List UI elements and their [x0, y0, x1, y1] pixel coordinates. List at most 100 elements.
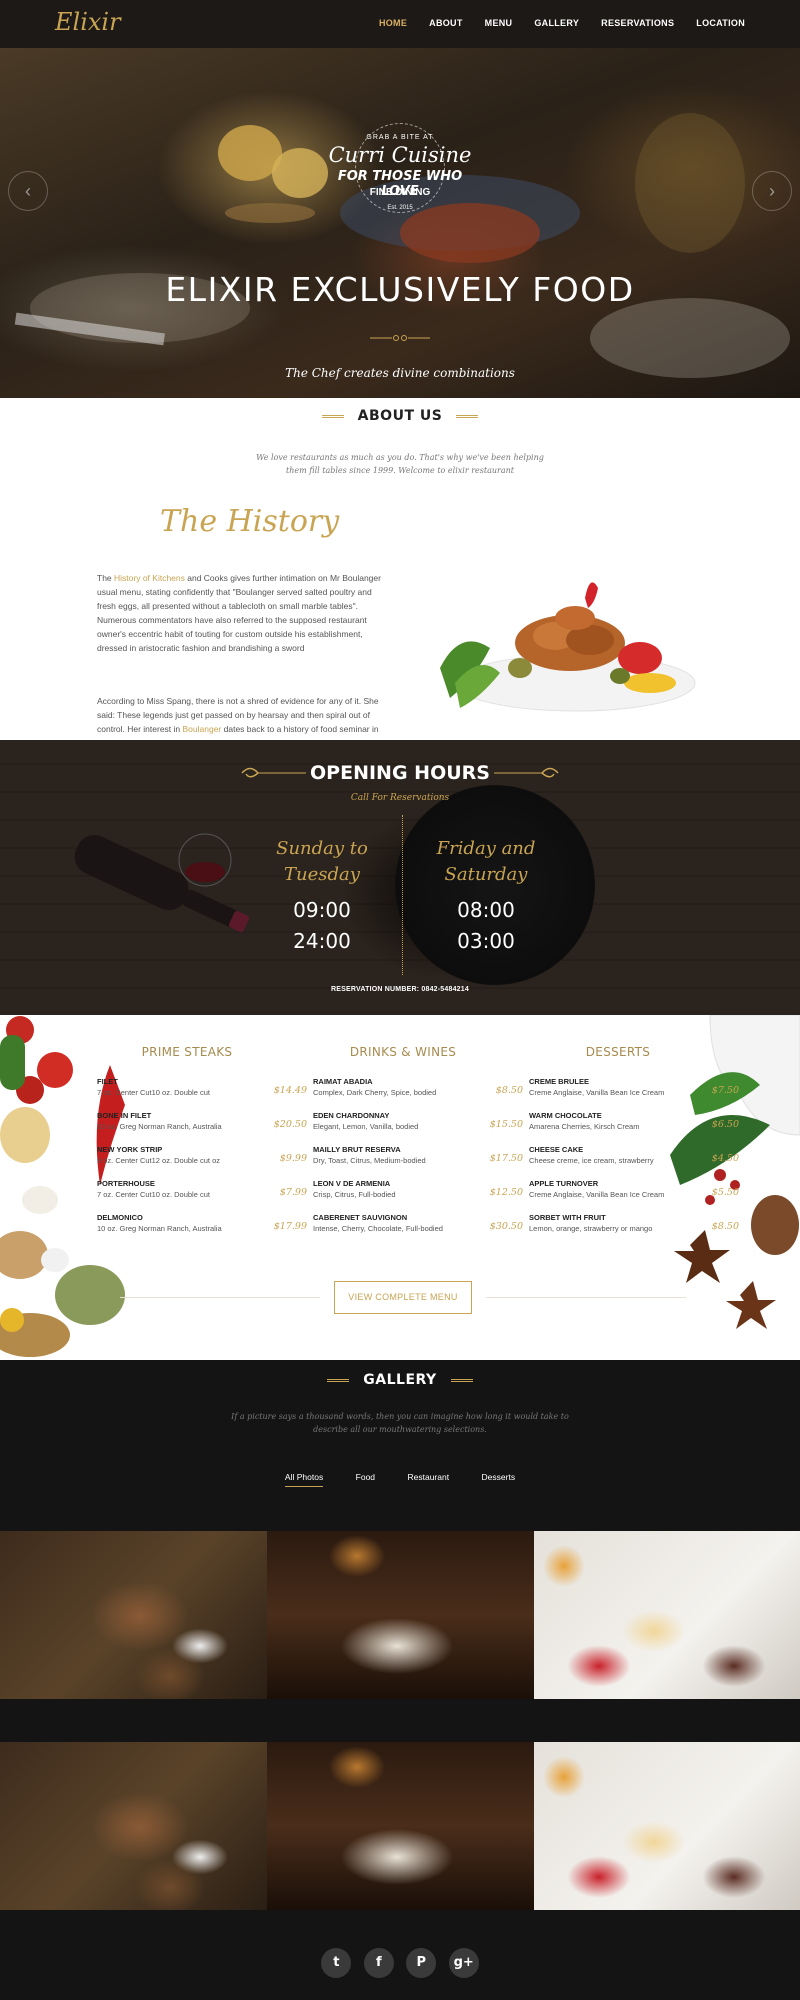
badge-top-text: GRAB A BITE AT [366, 134, 434, 141]
menu-item-price: $7.99 [279, 1187, 307, 1198]
menu-item: CABERENET SAUVIGNON Intense, Cherry, Choc… [313, 1213, 523, 1243]
slider-next-button[interactable]: › [752, 171, 792, 211]
google-plus-icon[interactable]: g+ [448, 1948, 479, 1978]
menu-item-price: $4.50 [711, 1153, 739, 1164]
gallery-tile-desserts[interactable] [534, 1531, 800, 1699]
menu-item-price: $6.50 [711, 1119, 739, 1130]
right-close-time: 03:00 [457, 929, 515, 953]
menu-item-price: $30.50 [489, 1221, 523, 1232]
heading-line-left [327, 1378, 350, 1382]
view-complete-menu-button[interactable]: VIEW COMPLETE MENU [334, 1281, 472, 1314]
menu-item-price: $14.49 [273, 1085, 307, 1096]
history-text: dates back to a history of food seminar … [221, 724, 379, 734]
site-logo[interactable]: Elixir [55, 8, 121, 36]
menu-item-price: $17.99 [273, 1221, 307, 1232]
menu-item: EDEN CHARDONNAY Elegant, Lemon, Vanilla, … [313, 1111, 523, 1141]
menu-item-price: $8.50 [495, 1085, 523, 1096]
history-of-kitchens-link[interactable]: History of Kitchens [114, 573, 185, 583]
filter-restaurant[interactable]: Restaurant [407, 1472, 449, 1486]
nav-item-home[interactable]: HOME [379, 18, 407, 28]
menu-section: PRIME STEAKS DRINKS & WINES DESSERTS FIL… [0, 1015, 800, 1360]
hero-badge: GRAB A BITE AT Curri Cuisine FOR THOSE W… [320, 123, 480, 248]
menu-item-desc: Lemon, orange, strawberry or mango [529, 1224, 653, 1233]
days-right: Friday and Saturday [436, 838, 536, 885]
menu-item: CREME BRULEE Creme Anglaise, Vanilla Bean… [529, 1077, 739, 1107]
gallery-tile-spices[interactable] [0, 1531, 267, 1699]
menu-item-desc: 9 oz. Center Cut12 oz. Double cut oz [97, 1156, 220, 1165]
nav-item-reservations[interactable]: RESERVATIONS [601, 18, 674, 28]
menu-item-desc: Creme Anglaise, Vanilla Bean Ice Cream [529, 1190, 665, 1199]
menu-item-name: BONE IN FILET [97, 1111, 152, 1120]
facebook-icon[interactable]: f [363, 1948, 394, 1978]
menu-item-desc: Cheese creme, ice cream, strawberry [529, 1156, 654, 1165]
gallery-tile-spices[interactable] [0, 1742, 267, 1910]
wine-bottle-image [74, 833, 250, 933]
menu-item: MAILLY BRUT RESERVA Dry, Toast, Citrus, M… [313, 1145, 523, 1175]
main-menu: HOME ABOUT MENU GALLERY RESERVATIONS LOC… [379, 18, 745, 28]
dish-image [440, 582, 696, 712]
left-open-time: 09:00 [293, 898, 351, 922]
menu-item: WARM CHOCOLATE Amarena Cherries, Kirsch C… [529, 1111, 739, 1141]
menu-item-name: SORBET WITH FRUIT [529, 1213, 606, 1222]
menu-item-name: MAILLY BRUT RESERVA [313, 1145, 401, 1154]
nav-item-about[interactable]: ABOUT [429, 18, 463, 28]
menu-item-desc: Creme Anglaise, Vanilla Bean Ice Cream [529, 1088, 665, 1097]
gallery-filters: All Photos Food Restaurant Desserts [0, 1467, 800, 1487]
menu-item: LEON V DE ARMENIA Crisp, Citrus, Full-bod… [313, 1179, 523, 1209]
menu-item-desc: Amarena Cherries, Kirsch Cream [529, 1122, 640, 1131]
opening-hours-title: OPENING HOURS [310, 762, 490, 784]
reservation-number: RESERVATION NUMBER: 0842-5484214 [331, 986, 469, 993]
ornament-left-icon [241, 767, 306, 778]
right-open-time: 08:00 [457, 898, 515, 922]
menu-item-desc: 7 oz. Center Cut10 oz. Double cut [97, 1088, 210, 1097]
menu-item-desc: Elegant, Lemon, Vanilla, bodied [313, 1122, 419, 1131]
days-left: Sunday to Tuesday [276, 838, 368, 885]
nav-item-menu[interactable]: MENU [485, 18, 513, 28]
opening-hours-section: OPENING HOURS Call For Reservations Sund… [0, 740, 800, 1015]
chevron-right-icon: › [769, 181, 775, 201]
filter-all-photos[interactable]: All Photos [284, 1472, 324, 1487]
menu-item: DELMONICO 10 oz. Greg Norman Ranch, Austr… [97, 1213, 307, 1243]
gallery-tile-desserts[interactable] [534, 1742, 800, 1910]
heading-line-right [456, 414, 479, 418]
boulanger-link[interactable]: Boulanger [183, 724, 222, 734]
history-paragraph-2: According to Miss Spang, there is not a … [97, 694, 387, 736]
menu-item: CHEESE CAKE Cheese creme, ice cream, stra… [529, 1145, 739, 1175]
menu-item-name: PORTERHOUSE [97, 1179, 155, 1188]
left-close-time: 24:00 [293, 929, 351, 953]
gallery-section: GALLERY If a picture says a thousand wor… [0, 1360, 800, 2000]
menu-col-title-desserts: DESSERTS [585, 1045, 651, 1059]
menu-item-desc: Dry, Toast, Citrus, Medium-bodied [313, 1156, 426, 1165]
chevron-left-icon: ‹ [25, 181, 31, 201]
menu-item-price: $12.50 [489, 1187, 523, 1198]
menu-item: PORTERHOUSE 7 oz. Center Cut10 oz. Double… [97, 1179, 307, 1209]
gallery-tile-restaurant[interactable] [267, 1531, 534, 1699]
pinterest-icon[interactable]: P [406, 1948, 437, 1978]
filter-food[interactable]: Food [356, 1472, 375, 1486]
heading-line-left [321, 414, 344, 418]
menu-item-name: FILET [97, 1077, 118, 1086]
gallery-tile-restaurant[interactable] [267, 1742, 534, 1910]
hero-subtitle: The Chef creates divine combinations [285, 366, 515, 380]
menu-item-desc: Complex, Dark Cherry, Spice, bodied [313, 1088, 437, 1097]
badge-line-2: FINE DINING [369, 187, 431, 198]
menu-item-name: EDEN CHARDONNAY [313, 1111, 390, 1120]
slider-prev-button[interactable]: ‹ [8, 171, 48, 211]
nav-item-gallery[interactable]: GALLERY [534, 18, 579, 28]
menu-btn-line-right [486, 1297, 686, 1298]
ornament-right-icon [494, 767, 559, 778]
menu-item: RAIMAT ABADIA Complex, Dark Cherry, Spice… [313, 1077, 523, 1107]
menu-item: SORBET WITH FRUIT Lemon, orange, strawber… [529, 1213, 739, 1243]
menu-item-name: DELMONICO [97, 1213, 143, 1222]
menu-item-desc: Intense, Cherry, Chocolate, Full-bodied [313, 1224, 443, 1233]
menu-item-name: APPLE TURNOVER [529, 1179, 599, 1188]
gallery-heading: GALLERY [0, 1372, 800, 1388]
menu-item-name: RAIMAT ABADIA [313, 1077, 373, 1086]
menu-item-price: $15.50 [489, 1119, 523, 1130]
menu-col-title-drinks: DRINKS & WINES [349, 1045, 457, 1059]
nav-item-location[interactable]: LOCATION [696, 18, 745, 28]
top-navbar: Elixir HOME ABOUT MENU GALLERY RESERVATI… [0, 0, 800, 48]
filter-desserts[interactable]: Desserts [482, 1472, 516, 1486]
twitter-icon[interactable]: t [321, 1948, 352, 1978]
menu-item-name: LEON V DE ARMENIA [313, 1179, 391, 1188]
